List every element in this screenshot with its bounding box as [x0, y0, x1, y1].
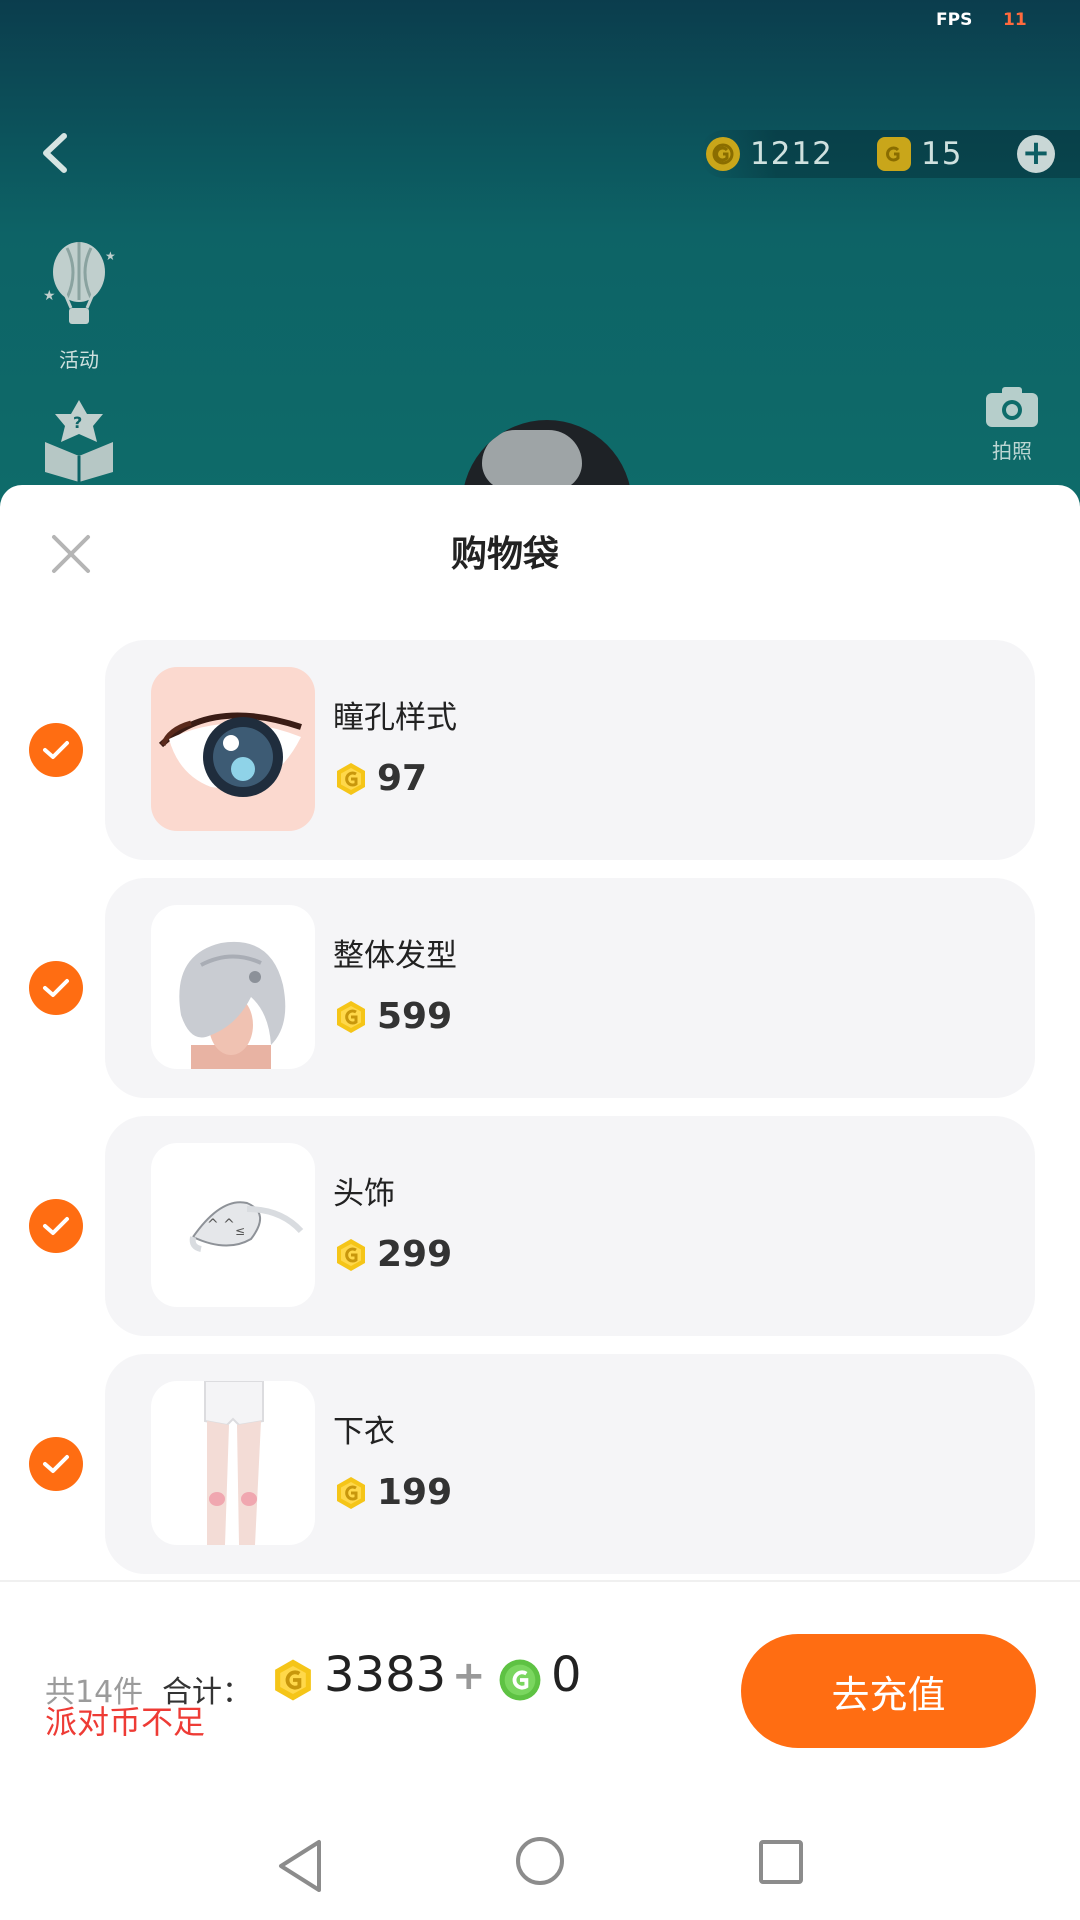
bottoms-icon [204, 1381, 264, 1545]
total-green-value: 0 [551, 1647, 582, 1703]
nav-home-button[interactable] [514, 1835, 566, 1891]
item-checkbox[interactable] [29, 1199, 83, 1253]
cart-item[interactable]: 瞳孔样式 97 [0, 640, 1080, 860]
checkmark-icon [43, 979, 69, 997]
square-recents-icon [759, 1840, 803, 1884]
checkmark-icon [43, 1455, 69, 1473]
svg-text:★: ★ [105, 249, 116, 263]
gift-box-icon: ? [45, 400, 113, 482]
item-card[interactable]: 整体发型 599 [105, 878, 1035, 1098]
gold-coin-icon [337, 1000, 365, 1033]
item-price: 199 [333, 1472, 452, 1513]
cat-headband-icon: ^ ^ ≤ [189, 1201, 304, 1252]
item-checkbox[interactable] [29, 723, 83, 777]
checkmark-icon [43, 741, 69, 759]
fps-value: 11 [1003, 10, 1027, 30]
system-navigation-bar [0, 1820, 1080, 1920]
gold-coin-value: 1212 [750, 136, 833, 172]
item-card[interactable]: 下衣 199 [105, 1354, 1035, 1574]
camera-label: 拍照 [992, 439, 1032, 463]
game-background: FPS 11 1212 15 + ★ ★ 活动 ? 拍照 [0, 0, 1080, 520]
item-price: 599 [333, 996, 452, 1037]
footer-divider [0, 1580, 1080, 1582]
item-name: 瞳孔样式 [333, 700, 457, 736]
chevron-left-icon [43, 133, 67, 173]
item-price: 299 [333, 1234, 452, 1275]
gold-coin-icon [706, 137, 740, 171]
nav-recents-button[interactable] [757, 1838, 805, 1890]
checkmark-icon [43, 1217, 69, 1235]
item-price-value: 97 [377, 758, 428, 799]
add-currency-button[interactable]: + [1017, 135, 1055, 173]
triangle-back-icon [279, 1840, 321, 1892]
svg-text:★: ★ [43, 288, 56, 304]
premium-coin-value: 15 [921, 136, 963, 172]
hairstyle-icon [179, 941, 286, 1069]
item-thumbnail [151, 667, 315, 831]
item-price-value: 599 [377, 996, 453, 1037]
item-name: 下衣 [333, 1414, 395, 1450]
cart-item[interactable]: 下衣 199 [0, 1354, 1080, 1574]
cart-item[interactable]: ^ ^ ≤ 头饰 299 [0, 1116, 1080, 1336]
balloon-icon: ★ ★ [43, 242, 116, 324]
gold-coin-icon [270, 1657, 316, 1707]
recharge-button[interactable]: 去充值 [741, 1634, 1036, 1748]
nav-back-button[interactable] [275, 1838, 325, 1898]
gold-coin-icon [337, 1476, 365, 1509]
camera-icon [986, 387, 1038, 427]
gift-box-button[interactable]: ? [34, 398, 124, 486]
svg-text:^ ^: ^ ^ [207, 1217, 235, 1233]
item-card[interactable]: ^ ^ ≤ 头饰 299 [105, 1116, 1035, 1336]
gold-coin-balance: 1212 [706, 136, 833, 172]
cart-item[interactable]: 整体发型 599 [0, 878, 1080, 1098]
plus-circle-icon: + [1021, 133, 1051, 173]
gold-coin-icon [337, 762, 365, 795]
eye-pupil-icon [158, 712, 302, 797]
green-coin-icon [497, 1657, 543, 1707]
item-price-value: 199 [377, 1472, 453, 1513]
premium-coin-icon [877, 137, 911, 171]
item-card[interactable]: 瞳孔样式 97 [105, 640, 1035, 860]
plus-sign: + [452, 1653, 486, 1699]
order-total: 共14件 合计： 3383 + 0 [45, 1645, 605, 1710]
item-checkbox[interactable] [29, 961, 83, 1015]
activity-label: 活动 [59, 348, 99, 372]
item-thumbnail [151, 905, 315, 1069]
character-headwear [482, 430, 582, 490]
svg-text:?: ? [73, 413, 82, 432]
shopping-bag-sheet: 购物袋 瞳孔样式 97 整体发型 599 ^ ^ ≤ 头饰 299 下衣 199… [0, 485, 1080, 1920]
premium-coin-balance: 15 [877, 136, 962, 172]
fps-label: FPS [936, 10, 973, 30]
item-checkbox[interactable] [29, 1437, 83, 1491]
gold-coin-icon [337, 1238, 365, 1271]
item-thumbnail: ^ ^ ≤ [151, 1143, 315, 1307]
sheet-title: 购物袋 [450, 534, 559, 575]
item-name: 头饰 [333, 1176, 395, 1212]
item-name: 整体发型 [333, 938, 457, 974]
activity-button[interactable]: ★ ★ 活动 [34, 238, 124, 373]
fps-counter: FPS 11 [0, 8, 1080, 32]
total-gold-value: 3383 [324, 1647, 447, 1703]
back-button[interactable] [28, 118, 84, 188]
camera-button[interactable]: 拍照 [980, 385, 1044, 464]
item-price: 97 [333, 758, 427, 799]
svg-text:≤: ≤ [235, 1224, 245, 1238]
insufficient-funds-warning: 派对币不足 [45, 1703, 206, 1741]
item-thumbnail [151, 1381, 315, 1545]
item-price-value: 299 [377, 1234, 453, 1275]
circle-home-icon [516, 1837, 564, 1885]
